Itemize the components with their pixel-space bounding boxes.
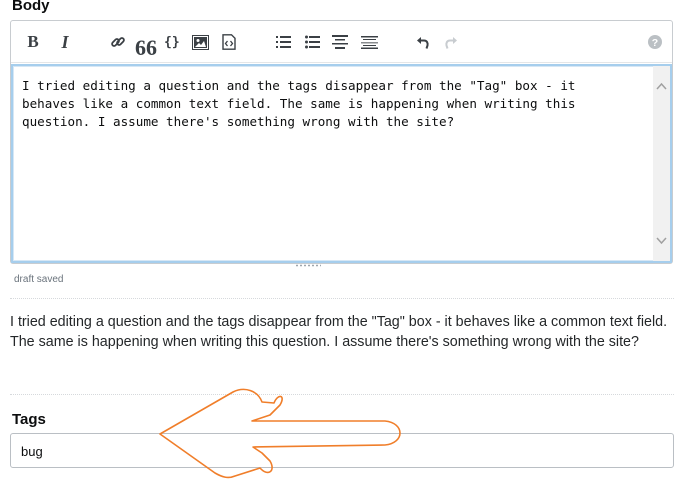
tags-input-value[interactable]: bug bbox=[21, 444, 43, 459]
heading-icon bbox=[332, 35, 348, 49]
code-icon: {} bbox=[164, 34, 180, 50]
tags-label: Tags bbox=[12, 411, 46, 428]
link-button[interactable] bbox=[110, 33, 126, 51]
help-icon: ? bbox=[648, 35, 662, 49]
svg-text:?: ? bbox=[652, 37, 658, 49]
body-preview: I tried editing a question and the tags … bbox=[10, 314, 668, 350]
editor-toolbar: B I 66 {} ? bbox=[11, 21, 672, 63]
heading-button[interactable] bbox=[332, 33, 348, 51]
body-label: Body bbox=[12, 0, 50, 14]
code-button[interactable]: {} bbox=[164, 33, 180, 51]
help-button[interactable]: ? bbox=[648, 33, 662, 51]
draft-status: draft saved bbox=[14, 274, 64, 285]
redo-icon bbox=[445, 36, 457, 49]
ordered-list-button[interactable] bbox=[276, 33, 291, 51]
textarea-scrollbar[interactable] bbox=[653, 66, 670, 261]
horizontal-rule-icon bbox=[361, 36, 378, 49]
bulleted-list-button[interactable] bbox=[305, 33, 320, 51]
image-button[interactable] bbox=[192, 33, 209, 51]
markdown-editor: B I 66 {} ? I tried editing a question a… bbox=[10, 20, 673, 264]
italic-button[interactable]: I bbox=[58, 31, 72, 52]
undo-button[interactable] bbox=[416, 33, 430, 51]
tags-input[interactable]: bug bbox=[10, 433, 674, 468]
bulleted-list-icon bbox=[305, 35, 320, 49]
body-textarea[interactable]: I tried editing a question and the tags … bbox=[11, 64, 672, 263]
divider bbox=[10, 394, 674, 395]
horizontal-rule-button[interactable] bbox=[361, 33, 378, 51]
scroll-down-icon[interactable] bbox=[656, 235, 667, 246]
ordered-list-icon bbox=[276, 36, 291, 48]
blockquote-icon: 66 bbox=[135, 35, 157, 60]
undo-icon bbox=[417, 36, 429, 49]
body-textarea-text[interactable]: I tried editing a question and the tags … bbox=[22, 77, 642, 131]
bold-icon: B bbox=[27, 32, 39, 51]
bold-button[interactable]: B bbox=[26, 32, 40, 51]
image-icon bbox=[192, 34, 209, 50]
redo-button[interactable] bbox=[444, 33, 458, 51]
snippet-icon bbox=[222, 34, 236, 50]
snippet-button[interactable] bbox=[222, 33, 236, 51]
link-icon bbox=[111, 37, 125, 47]
italic-icon: I bbox=[61, 31, 69, 52]
resize-grip[interactable] bbox=[295, 264, 321, 267]
divider bbox=[10, 298, 674, 299]
scroll-up-icon[interactable] bbox=[656, 81, 667, 92]
blockquote-button[interactable]: 66 bbox=[135, 33, 157, 60]
